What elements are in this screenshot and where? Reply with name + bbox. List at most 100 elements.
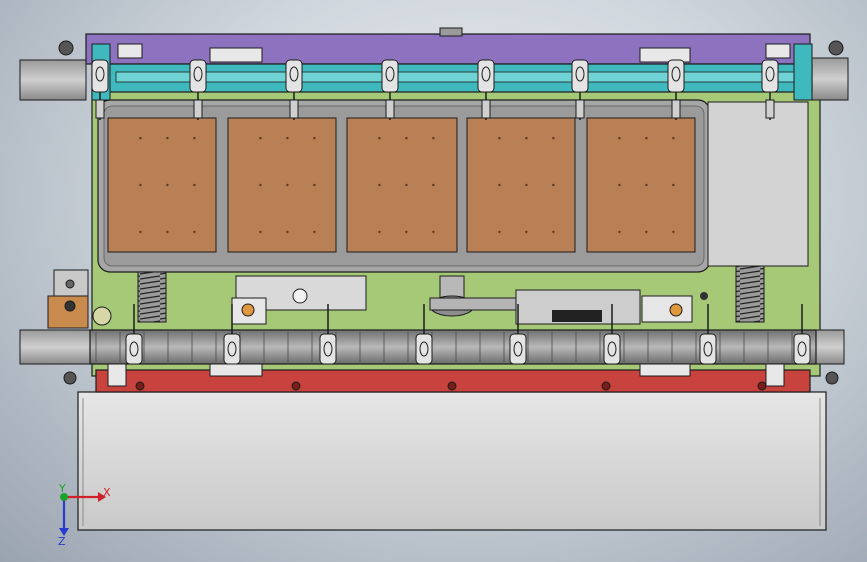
pad-hole-icon	[313, 230, 316, 234]
cad-viewport[interactable]: X Y Z	[0, 0, 867, 562]
z-axis-label: Z	[58, 535, 66, 548]
pad-2[interactable]	[227, 117, 337, 253]
lower-housing[interactable]	[77, 391, 827, 531]
pad-hole-icon	[618, 230, 621, 234]
right-mount-block[interactable]	[641, 295, 693, 323]
pad-group	[107, 117, 696, 253]
clamp-foot	[193, 99, 203, 119]
pad-hole-icon	[645, 230, 648, 234]
bottom-clamp[interactable]	[415, 333, 433, 365]
left-mount-orange	[47, 295, 89, 329]
pad-hole-icon	[645, 183, 648, 187]
pad-hole-icon	[378, 230, 381, 234]
clamp-foot	[765, 99, 775, 119]
pad-3[interactable]	[346, 117, 458, 253]
clamp-foot	[289, 99, 299, 119]
pad-hole-icon	[552, 230, 555, 234]
pad-hole-icon	[193, 230, 196, 234]
bottom-end-left	[107, 363, 127, 387]
top-clamp[interactable]	[381, 59, 399, 93]
pulley-housing[interactable]	[439, 275, 465, 299]
pad-hole-icon	[193, 183, 196, 187]
pad-hole-icon	[618, 183, 621, 187]
knob-icon[interactable]	[825, 371, 839, 385]
rail-hole-icon	[447, 381, 457, 391]
pad-hole-icon	[313, 136, 316, 140]
pad-hole-icon	[552, 183, 555, 187]
pad-hole-icon	[139, 136, 142, 140]
screw-icon	[700, 292, 708, 300]
pad-hole-icon	[139, 183, 142, 187]
x-axis-label: X	[103, 486, 111, 499]
rail-hole-icon	[601, 381, 611, 391]
bottom-clamp[interactable]	[223, 333, 241, 365]
cylinder-dark-slot	[552, 310, 602, 322]
pad-hole-icon	[672, 230, 675, 234]
orange-bolt-icon	[669, 303, 683, 317]
y-axis-label: Y	[58, 482, 66, 495]
pad-hole-icon	[525, 183, 528, 187]
top-bracket-mid	[209, 47, 263, 63]
bottom-clamp[interactable]	[509, 333, 527, 365]
pad-hole-icon	[405, 183, 408, 187]
pad-4[interactable]	[466, 117, 576, 253]
assembly-drawing[interactable]: X Y Z	[0, 0, 867, 562]
pad-hole-icon	[166, 183, 169, 187]
clamp-foot	[385, 99, 395, 119]
pad-1[interactable]	[107, 117, 217, 253]
top-clamp[interactable]	[189, 59, 207, 93]
rail-hole-icon	[291, 381, 301, 391]
top-clamp[interactable]	[761, 59, 779, 93]
bottom-clamp[interactable]	[125, 333, 143, 365]
pad-hole-icon	[259, 136, 262, 140]
knob-icon[interactable]	[828, 40, 844, 56]
pad-hole-icon	[552, 136, 555, 140]
clamp-foot	[575, 99, 585, 119]
spring-right[interactable]	[735, 265, 765, 323]
pad-hole-icon	[193, 136, 196, 140]
cyan-rail-right-end[interactable]	[793, 43, 813, 101]
pad-hole-icon	[498, 136, 501, 140]
top-plate-boss	[439, 27, 463, 37]
left-bottom-side-block[interactable]	[19, 329, 91, 365]
pad-hole-icon	[405, 230, 408, 234]
top-clamp[interactable]	[571, 59, 589, 93]
spring-left[interactable]	[137, 271, 167, 323]
pad-hole-icon	[166, 230, 169, 234]
pad-hole-icon	[139, 230, 142, 234]
top-clamp[interactable]	[91, 59, 109, 93]
top-clamp[interactable]	[667, 59, 685, 93]
knob-icon[interactable]	[58, 40, 74, 56]
rail-hole-icon	[135, 381, 145, 391]
screw-icon	[64, 300, 76, 312]
orange-bolt-icon	[241, 303, 255, 317]
pad-hole-icon	[432, 230, 435, 234]
top-bracket-right	[639, 47, 691, 63]
right-side-panel[interactable]	[707, 101, 809, 267]
pad-hole-icon	[672, 136, 675, 140]
cyan-rail-slot	[115, 71, 797, 83]
top-clamp[interactable]	[285, 59, 303, 93]
pad-hole-icon	[498, 183, 501, 187]
pad-5[interactable]	[586, 117, 696, 253]
right-top-side-block[interactable]	[807, 57, 849, 101]
pad-hole-icon	[286, 136, 289, 140]
rail-hole-icon	[757, 381, 767, 391]
top-clamp[interactable]	[477, 59, 495, 93]
bottom-clamp[interactable]	[319, 333, 337, 365]
pad-hole-icon	[405, 136, 408, 140]
knob-icon[interactable]	[63, 371, 77, 385]
pad-hole-icon	[166, 136, 169, 140]
bolt-icon	[292, 288, 308, 304]
bottom-clamp[interactable]	[603, 333, 621, 365]
pad-hole-icon	[286, 183, 289, 187]
pad-hole-icon	[672, 183, 675, 187]
bottom-clamp[interactable]	[699, 333, 717, 365]
pad-hole-icon	[286, 230, 289, 234]
bottom-bracket-left	[209, 363, 263, 377]
screw-icon	[65, 279, 75, 289]
clamp-foot	[95, 99, 105, 119]
left-top-side-block[interactable]	[19, 59, 87, 101]
bottom-clamp[interactable]	[793, 333, 811, 365]
pad-hole-icon	[259, 183, 262, 187]
